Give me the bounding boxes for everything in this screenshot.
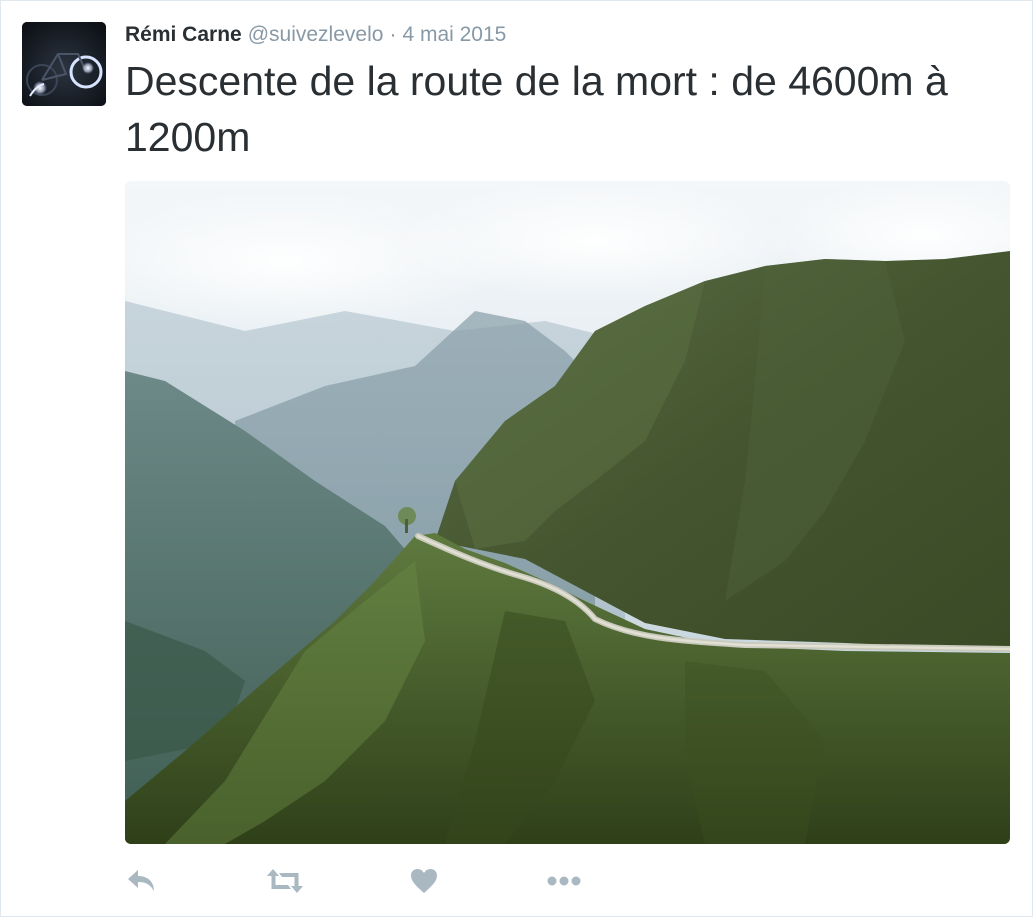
tweet-photo[interactable] — [125, 181, 1010, 844]
header-separator: · — [389, 23, 397, 46]
heart-icon — [411, 869, 437, 893]
tweet-card: Rémi Carne @suivezlevelo · 4 mai 2015 Desce… — [0, 0, 1033, 917]
author-name[interactable]: Rémi Carne — [125, 23, 242, 46]
mountain-road-photo — [125, 181, 1010, 844]
more-button[interactable] — [544, 863, 584, 899]
more-dots-icon — [547, 876, 581, 886]
reply-icon — [128, 870, 154, 891]
avatar-image — [22, 22, 106, 106]
retweet-icon — [267, 869, 303, 893]
author-handle[interactable]: @suivezlevelo — [248, 23, 384, 46]
tweet-header: Rémi Carne @suivezlevelo · 4 mai 2015 — [125, 20, 506, 50]
retweet-button[interactable] — [265, 863, 305, 899]
author-avatar[interactable] — [22, 22, 106, 106]
reply-button[interactable] — [122, 863, 162, 899]
tweet-text: Descente de la route de la mort : de 460… — [125, 58, 948, 160]
tweet-timestamp[interactable]: 4 mai 2015 — [402, 23, 506, 46]
like-button[interactable] — [404, 863, 444, 899]
